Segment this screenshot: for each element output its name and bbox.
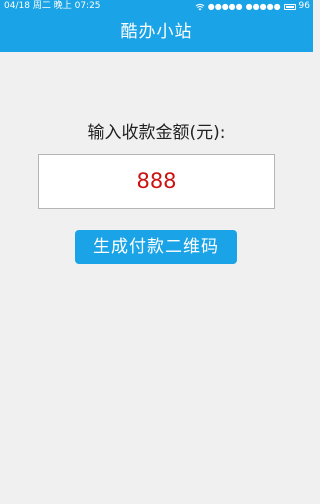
page-title: 酷办小站: [120, 22, 193, 42]
battery-level: 96: [298, 1, 310, 11]
status-period: 晚上: [53, 1, 72, 11]
generate-qr-button-label: 生成付款二维码: [93, 237, 219, 257]
signal-strength-2: ●●●●●: [245, 2, 281, 11]
amount-value: 888: [136, 169, 177, 193]
app-screen: 04/18 周二 晚上 07:25 ●●●●● ●●●●● 96 酷办小站 输入…: [0, 0, 313, 504]
status-time: 07:25: [74, 1, 101, 11]
status-date: 04/18: [4, 1, 30, 11]
wifi-icon: [195, 3, 205, 11]
battery-icon: [283, 3, 296, 10]
amount-input[interactable]: 888: [38, 154, 275, 209]
status-left: 04/18 周二 晚上 07:25: [4, 0, 101, 13]
status-weekday: 周二: [32, 1, 51, 11]
generate-qr-button[interactable]: 生成付款二维码: [75, 230, 237, 264]
status-bar: 04/18 周二 晚上 07:25 ●●●●● ●●●●● 96: [0, 0, 313, 13]
signal-strength-1: ●●●●●: [207, 2, 243, 11]
title-bar: 酷办小站: [0, 13, 313, 52]
amount-prompt-label: 输入收款金额(元):: [87, 123, 226, 143]
status-right: ●●●●● ●●●●● 96: [195, 0, 310, 13]
